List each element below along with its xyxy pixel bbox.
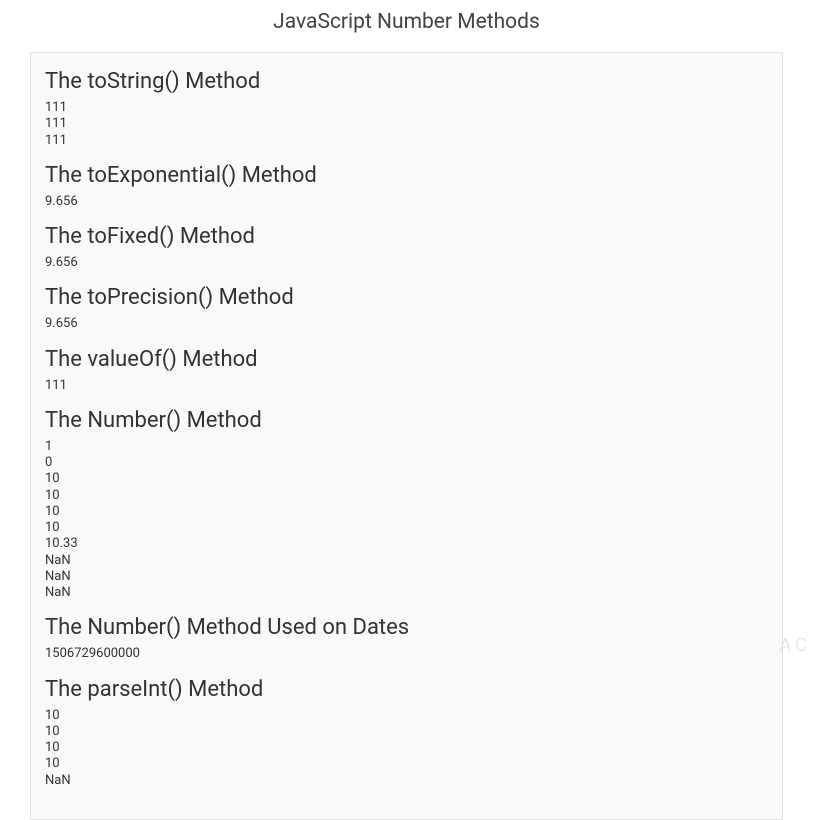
output-tostring: 111 111 111 bbox=[45, 100, 768, 149]
faint-side-text: A C bbox=[780, 636, 807, 656]
output-parseint: 10 10 10 10 NaN bbox=[45, 708, 768, 789]
output-numberdates: 1506729600000 bbox=[45, 646, 768, 662]
heading-numberdates: The Number() Method Used on Dates bbox=[45, 615, 768, 640]
page-title: JavaScript Number Methods bbox=[0, 0, 813, 52]
heading-toprecision: The toPrecision() Method bbox=[45, 285, 768, 310]
output-valueof: 111 bbox=[45, 378, 768, 394]
output-toprecision: 9.656 bbox=[45, 316, 768, 332]
heading-valueof: The valueOf() Method bbox=[45, 347, 768, 372]
heading-toexponential: The toExponential() Method bbox=[45, 163, 768, 188]
output-tofixed: 9.656 bbox=[45, 255, 768, 271]
heading-tostring: The toString() Method bbox=[45, 69, 768, 94]
output-number: 1 0 10 10 10 10 10.33 NaN NaN NaN bbox=[45, 439, 768, 602]
output-toexponential: 9.656 bbox=[45, 194, 768, 210]
heading-number: The Number() Method bbox=[45, 408, 768, 433]
heading-parseint: The parseInt() Method bbox=[45, 677, 768, 702]
content-panel: The toString() Method 111 111 111 The to… bbox=[30, 52, 783, 820]
heading-tofixed: The toFixed() Method bbox=[45, 224, 768, 249]
